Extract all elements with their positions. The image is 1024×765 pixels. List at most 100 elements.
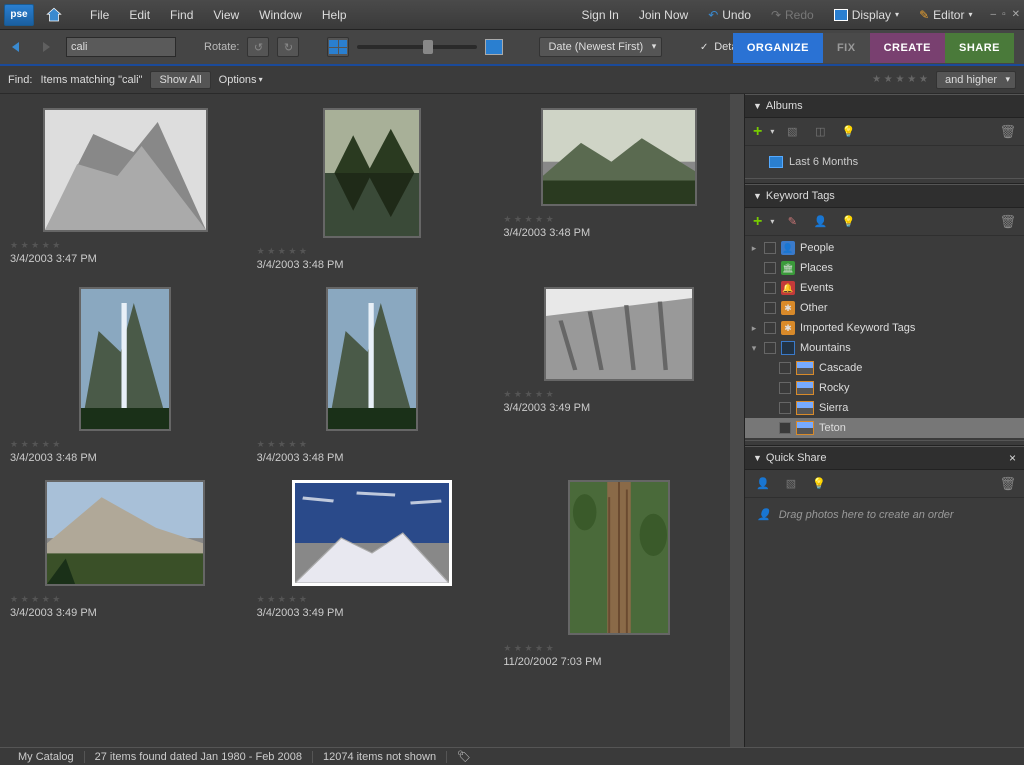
tag-mountains[interactable]: ▾Mountains — [745, 338, 1024, 358]
thumbnail-rating[interactable]: ★ ★ ★ ★ ★ — [257, 246, 307, 257]
menu-edit[interactable]: Edit — [119, 4, 160, 26]
tip-icon[interactable]: 💡 — [838, 213, 858, 231]
tag-delete-button[interactable]: 🗑 — [999, 214, 1016, 230]
thumbnail-cell[interactable]: ★ ★ ★ ★ ★3/4/2003 3:48 PM — [251, 281, 494, 470]
album-find-button[interactable]: ◫ — [810, 123, 830, 141]
tags-panel-header[interactable]: ▼ Keyword Tags — [745, 184, 1024, 208]
rating-filter-dropdown[interactable]: and higher — [936, 71, 1016, 89]
thumbnail-cell[interactable]: ★ ★ ★ ★ ★3/4/2003 3:49 PM — [497, 281, 740, 470]
signin-link[interactable]: Sign In — [571, 4, 628, 26]
thumbnail-rating[interactable]: ★ ★ ★ ★ ★ — [257, 439, 307, 450]
show-all-button[interactable]: Show All — [150, 71, 210, 89]
tag-events[interactable]: 🔔Events — [745, 278, 1024, 298]
tip-icon[interactable]: 💡 — [838, 123, 858, 141]
album-item[interactable]: Last 6 Months — [749, 152, 1020, 172]
share-person-button[interactable]: 👤 — [753, 475, 773, 493]
tag-checkbox[interactable] — [779, 422, 791, 434]
thumbnail-grid[interactable]: ★ ★ ★ ★ ★3/4/2003 3:47 PM★ ★ ★ ★ ★3/4/20… — [0, 94, 744, 747]
maximize-button[interactable]: ▫ — [1002, 9, 1006, 20]
close-button[interactable]: ✕ — [1012, 9, 1020, 20]
sort-dropdown[interactable]: Date (Newest First) — [539, 37, 662, 57]
tab-organize[interactable]: ORGANIZE — [733, 33, 823, 63]
new-tag-button[interactable]: + — [753, 213, 762, 231]
albums-panel-header[interactable]: ▼ Albums — [745, 94, 1024, 118]
tag-edit-button[interactable]: ✎ — [782, 213, 802, 231]
close-icon[interactable]: × — [1009, 451, 1016, 465]
thumbnail-image[interactable] — [541, 108, 697, 206]
album-edit-button[interactable]: ▧ — [782, 123, 802, 141]
thumbnail-rating[interactable]: ★ ★ ★ ★ ★ — [10, 594, 60, 605]
grid-view-button[interactable] — [327, 37, 349, 57]
tab-share[interactable]: SHARE — [945, 33, 1014, 63]
menu-file[interactable]: File — [80, 4, 119, 26]
tag-checkbox[interactable] — [779, 382, 791, 394]
back-button[interactable] — [6, 37, 28, 57]
tag-checkbox[interactable] — [764, 282, 776, 294]
tag-places[interactable]: 🏛Places — [745, 258, 1024, 278]
menu-find[interactable]: Find — [160, 4, 203, 26]
menu-window[interactable]: Window — [249, 4, 312, 26]
thumbnail-image[interactable] — [45, 480, 205, 586]
thumbnail-cell[interactable]: ★ ★ ★ ★ ★3/4/2003 3:49 PM — [4, 474, 247, 674]
scrollbar[interactable] — [730, 94, 744, 747]
tag-other[interactable]: ✱Other — [745, 298, 1024, 318]
thumbnail-rating[interactable]: ★ ★ ★ ★ ★ — [503, 389, 553, 400]
thumbnail-cell[interactable]: ★ ★ ★ ★ ★11/20/2002 7:03 PM — [497, 474, 740, 674]
menu-help[interactable]: Help — [312, 4, 357, 26]
quickshare-dropzone[interactable]: 👤 Drag photos here to create an order — [745, 498, 1024, 531]
thumbnail-rating[interactable]: ★ ★ ★ ★ ★ — [257, 594, 307, 605]
find-options-dropdown[interactable]: Options ▾ — [219, 74, 263, 86]
thumbnail-cell[interactable]: ★ ★ ★ ★ ★3/4/2003 3:48 PM — [497, 102, 740, 277]
single-view-button[interactable] — [485, 39, 503, 55]
thumbnail-image[interactable] — [323, 108, 421, 238]
tag-teton[interactable]: Teton — [745, 418, 1024, 438]
thumbnail-image[interactable] — [326, 287, 418, 431]
thumbnail-cell[interactable]: ★ ★ ★ ★ ★3/4/2003 3:47 PM — [4, 102, 247, 277]
thumbnail-rating[interactable]: ★ ★ ★ ★ ★ — [10, 439, 60, 450]
undo-button[interactable]: ↶ Undo — [698, 4, 761, 26]
new-album-button[interactable]: + — [753, 123, 762, 141]
share-delete-button[interactable]: 🗑 — [999, 476, 1016, 492]
tip-icon[interactable]: 💡 — [809, 475, 829, 493]
thumbnail-cell[interactable]: ★ ★ ★ ★ ★3/4/2003 3:48 PM — [4, 281, 247, 470]
thumbnail-image[interactable] — [292, 480, 452, 586]
tag-checkbox[interactable] — [764, 262, 776, 274]
joinnow-link[interactable]: Join Now — [629, 4, 698, 26]
thumbnail-cell[interactable]: ★ ★ ★ ★ ★3/4/2003 3:49 PM — [251, 474, 494, 674]
display-dropdown[interactable]: Display ▾ — [824, 4, 909, 26]
redo-button[interactable]: ↷ Redo — [761, 4, 824, 26]
home-icon[interactable] — [40, 4, 68, 26]
thumbnail-rating[interactable]: ★ ★ ★ ★ ★ — [503, 643, 553, 654]
minimize-button[interactable]: – — [991, 9, 997, 20]
quickshare-panel-header[interactable]: ▼ Quick Share × — [745, 446, 1024, 470]
tag-people[interactable]: ▸👤People — [745, 238, 1024, 258]
tag-checkbox[interactable] — [764, 242, 776, 254]
tag-rocky[interactable]: Rocky — [745, 378, 1024, 398]
status-catalog[interactable]: My Catalog — [8, 751, 85, 763]
thumbnail-cell[interactable]: ★ ★ ★ ★ ★3/4/2003 3:48 PM — [251, 102, 494, 277]
menu-view[interactable]: View — [203, 4, 249, 26]
rotate-ccw-button[interactable]: ↺ — [247, 37, 269, 57]
editor-dropdown[interactable]: ✎ Editor ▾ — [909, 4, 982, 26]
tag-sierra[interactable]: Sierra — [745, 398, 1024, 418]
rating-filter-stars[interactable]: ★ ★ ★ ★ ★ — [872, 74, 928, 85]
tag-person-button[interactable]: 👤 — [810, 213, 830, 231]
thumbnail-rating[interactable]: ★ ★ ★ ★ ★ — [10, 240, 60, 251]
tag-cascade[interactable]: Cascade — [745, 358, 1024, 378]
search-input[interactable] — [66, 37, 176, 57]
tab-create[interactable]: CREATE — [870, 33, 945, 63]
tag-checkbox[interactable] — [764, 342, 776, 354]
thumbnail-size-slider[interactable] — [357, 45, 477, 49]
tag-checkbox[interactable] — [764, 302, 776, 314]
forward-button[interactable] — [36, 37, 58, 57]
album-delete-button[interactable]: 🗑 — [999, 124, 1016, 140]
thumbnail-image[interactable] — [568, 480, 670, 635]
tab-fix[interactable]: FIX — [823, 33, 870, 63]
tag-checkbox[interactable] — [764, 322, 776, 334]
tag-imported[interactable]: ▸✱Imported Keyword Tags — [745, 318, 1024, 338]
tag-checkbox[interactable] — [779, 402, 791, 414]
status-tag-icon[interactable]: 🏷 — [447, 750, 481, 763]
thumbnail-image[interactable] — [79, 287, 171, 431]
tag-checkbox[interactable] — [779, 362, 791, 374]
share-edit-button[interactable]: ▧ — [781, 475, 801, 493]
